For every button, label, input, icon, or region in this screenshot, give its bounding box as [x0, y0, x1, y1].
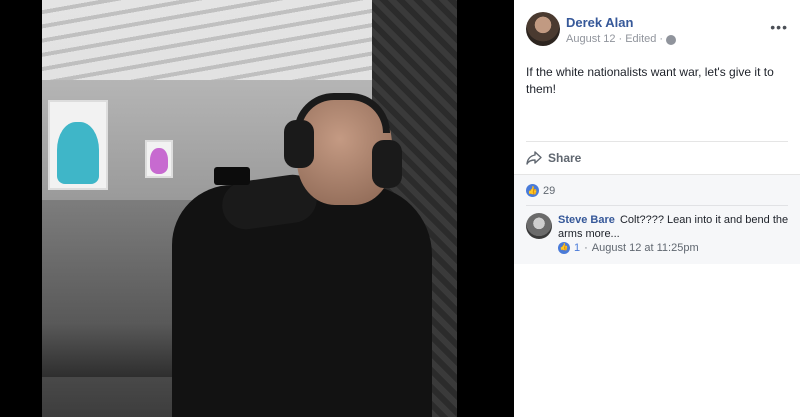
author-name[interactable]: Derek Alan [566, 15, 633, 30]
thumbs-up-icon: 👍 [526, 184, 539, 197]
comment-like-count[interactable]: 1 [574, 242, 580, 254]
more-options-icon[interactable]: ••• [770, 20, 788, 34]
paper-target [48, 100, 108, 190]
comment-timestamp[interactable]: August 12 at 11:25pm [592, 242, 699, 254]
post-meta: August 12 · Edited · [566, 33, 677, 45]
globe-icon[interactable] [666, 35, 677, 45]
post-text: If the white nationalists want war, let'… [526, 65, 774, 96]
meta-separator: · [584, 242, 588, 254]
paper-target [145, 140, 173, 178]
divider [526, 205, 788, 206]
like-summary[interactable]: 👍 29 [526, 184, 555, 197]
comment: Steve Bare Colt???? Lean into it and ben… [558, 213, 790, 241]
commenter-avatar[interactable] [526, 213, 552, 239]
post-date[interactable]: August 12 [566, 33, 616, 45]
meta-separator: · [618, 33, 623, 45]
meta-separator: · [659, 33, 664, 45]
earmuff [372, 140, 402, 188]
like-count: 29 [543, 184, 556, 197]
reactions-comments-area: 👍 29 Steve Bare Colt???? Lean into it an… [514, 174, 800, 264]
post-photo[interactable] [42, 0, 457, 417]
author-avatar[interactable] [526, 12, 560, 46]
post-panel: Derek Alan August 12 · Edited · ••• If t… [514, 0, 800, 417]
earmuff [284, 120, 314, 168]
divider [526, 141, 788, 142]
thumbs-up-icon: 👍 [558, 242, 570, 254]
commenter-name[interactable]: Steve Bare [558, 214, 615, 226]
share-button[interactable]: Share [526, 150, 581, 166]
edited-label[interactable]: Edited [625, 33, 656, 45]
comment-meta: 👍 1 · August 12 at 11:25pm [558, 242, 699, 254]
share-label: Share [548, 151, 582, 165]
share-icon [526, 151, 542, 165]
post-header: Derek Alan August 12 · Edited · ••• [526, 12, 788, 48]
handgun [214, 167, 250, 185]
